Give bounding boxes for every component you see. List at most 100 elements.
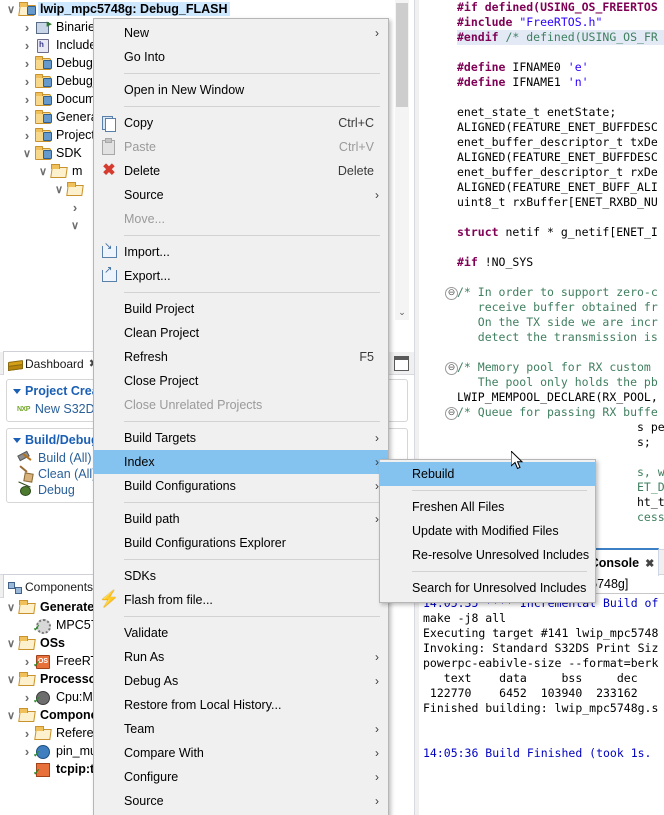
menu-item-label: Update with Modified Files: [412, 524, 559, 538]
code-line: ALIGNED(FEATURE_ENET_BUFFDESC: [457, 150, 664, 165]
fold-collapse-icon[interactable]: ⊖: [445, 362, 458, 375]
editor-code-area[interactable]: #if defined(USING_OS_FREERTOS #include "F…: [457, 0, 664, 525]
menu-icon-slot: [380, 521, 412, 541]
chevron-down-icon[interactable]: [52, 183, 66, 196]
menu-item-rebuild[interactable]: Rebuild: [380, 462, 595, 486]
chevron-right-icon: ›: [375, 431, 379, 445]
tab-dashboard[interactable]: Dashboard ✖: [3, 351, 105, 375]
menu-item-configure[interactable]: Configure ›: [94, 765, 388, 789]
chevron-right-icon[interactable]: [20, 726, 34, 741]
chevron-down-icon[interactable]: [68, 219, 82, 232]
menu-item-freshen-all-files[interactable]: Freshen All Files: [380, 495, 595, 519]
chevron-right-icon[interactable]: [20, 56, 34, 71]
menu-item-update-with-modified-files[interactable]: Update with Modified Files: [380, 519, 595, 543]
menu-item-flash-from-file[interactable]: ⚡ Flash from file...: [94, 588, 388, 612]
menu-separator: [412, 571, 587, 572]
code-token: IFNAME0: [512, 60, 568, 74]
project-tree-scrollbar[interactable]: ⌄: [395, 0, 409, 320]
tree-item[interactable]: lwip_mpc5748g: Debug_FLASH: [0, 0, 414, 18]
chevron-right-icon[interactable]: [20, 92, 34, 107]
menu-item-index[interactable]: Index ›: [94, 450, 388, 474]
menu-item-refresh[interactable]: Refresh F5: [94, 345, 388, 369]
menu-item-export[interactable]: Export...: [94, 264, 388, 288]
index-submenu[interactable]: Rebuild Freshen All Files Update with Modi…: [379, 459, 596, 603]
chevron-right-icon[interactable]: [20, 744, 34, 759]
menu-item-clean-project[interactable]: Clean Project: [94, 321, 388, 345]
menu-item-delete[interactable]: ✖ Delete Delete: [94, 159, 388, 183]
menu-item-label: Import...: [124, 245, 170, 259]
chevron-down-icon[interactable]: [13, 437, 21, 443]
chevron-right-icon[interactable]: [20, 20, 34, 35]
console-line: Executing target #141 lwip_mpc5748: [423, 626, 659, 640]
copy-icon: [94, 113, 124, 133]
menu-item-team[interactable]: Team ›: [94, 717, 388, 741]
menu-item-import[interactable]: Import...: [94, 240, 388, 264]
code-token: /* Memory pool for RX custom: [457, 360, 658, 374]
menu-item-new[interactable]: New ›: [94, 21, 388, 45]
scroll-down-icon[interactable]: ⌄: [395, 304, 409, 320]
menu-item-label: Validate: [124, 626, 169, 640]
menu-item-copy[interactable]: Copy Ctrl+C: [94, 111, 388, 135]
code-token: 'n': [567, 75, 589, 89]
menu-item-close-project[interactable]: Close Project: [94, 369, 388, 393]
chevron-down-icon[interactable]: [13, 388, 21, 394]
code-line: #define IFNAME0 'e': [457, 60, 664, 75]
chevron-right-icon[interactable]: [20, 690, 34, 705]
broom-icon: [17, 467, 33, 481]
menu-item-run-as[interactable]: Run As ›: [94, 645, 388, 669]
chevron-right-icon[interactable]: [20, 38, 34, 53]
dashboard-link-label: Clean (All): [38, 467, 97, 481]
fold-collapse-icon[interactable]: ⊖: [445, 287, 458, 300]
chevron-right-icon[interactable]: [20, 110, 34, 125]
chevron-down-icon[interactable]: [4, 3, 18, 16]
code-token: #if defined(USING_OS_FREERTOS: [457, 0, 658, 14]
scrollbar-thumb[interactable]: [396, 3, 408, 107]
chevron-down-icon[interactable]: [36, 165, 50, 178]
menu-item-debug-as[interactable]: Debug As ›: [94, 669, 388, 693]
menu-item-build-configurations[interactable]: Build Configurations ›: [94, 474, 388, 498]
tab-components-label: Components: [25, 579, 94, 594]
close-icon[interactable]: ✖: [645, 557, 654, 570]
fold-collapse-icon[interactable]: ⊖: [445, 407, 458, 420]
chevron-down-icon[interactable]: [4, 637, 18, 650]
chevron-right-icon[interactable]: [20, 654, 34, 669]
menu-item-go-into[interactable]: Go Into: [94, 45, 388, 69]
menu-item-label: Move...: [124, 212, 165, 226]
minimize-panel-button[interactable]: [394, 355, 409, 371]
code-token: LWIP_MEMPOOL_DECLARE(RX_POOL,: [457, 390, 658, 404]
menu-item-open-in-new-window[interactable]: Open in New Window: [94, 78, 388, 102]
tcpip-component-icon: ✓: [33, 761, 52, 777]
menu-item-validate[interactable]: Validate: [94, 621, 388, 645]
chevron-right-icon[interactable]: [68, 200, 82, 215]
menu-item-build-project[interactable]: Build Project: [94, 297, 388, 321]
menu-item-source[interactable]: Source ›: [94, 183, 388, 207]
chevron-down-icon[interactable]: [4, 709, 18, 722]
menu-item-label: Search for Unresolved Includes: [412, 581, 587, 595]
project-context-menu[interactable]: New › Go Into Open in New Window Copy Ctrl+C P…: [93, 18, 389, 815]
menu-item-label: Compare With: [124, 746, 204, 760]
chevron-down-icon[interactable]: [20, 147, 34, 160]
menu-item-search-for-unresolved-includes[interactable]: Search for Unresolved Includes: [380, 576, 595, 600]
code-token: enet_state_t enetState;: [457, 105, 617, 119]
menu-item-re-resolve-unresolved-includes[interactable]: Re-resolve Unresolved Includes: [380, 543, 595, 567]
menu-item-restore-from-local-history[interactable]: Restore from Local History...: [94, 693, 388, 717]
menu-item-compare-with[interactable]: Compare With ›: [94, 741, 388, 765]
chevron-right-icon[interactable]: [20, 74, 34, 89]
menu-item-sdks[interactable]: SDKs: [94, 564, 388, 588]
delete-icon: ✖: [102, 162, 116, 179]
menu-item-build-targets[interactable]: Build Targets ›: [94, 426, 388, 450]
chevron-down-icon[interactable]: [4, 601, 18, 614]
code-line: s;: [457, 435, 664, 450]
chevron-down-icon[interactable]: [4, 673, 18, 686]
menu-item-build-configurations-explorer[interactable]: Build Configurations Explorer: [94, 531, 388, 555]
code-token: uint8_t rxBuffer[ENET_RXBD_NU: [457, 195, 658, 209]
menu-icon-slot: [94, 80, 124, 100]
chevron-right-icon[interactable]: [20, 128, 34, 143]
menu-item-build-path[interactable]: Build path ›: [94, 507, 388, 531]
menu-icon-slot: [94, 647, 124, 667]
menu-icon-slot: [94, 566, 124, 586]
menu-item-source[interactable]: Source ›: [94, 789, 388, 813]
